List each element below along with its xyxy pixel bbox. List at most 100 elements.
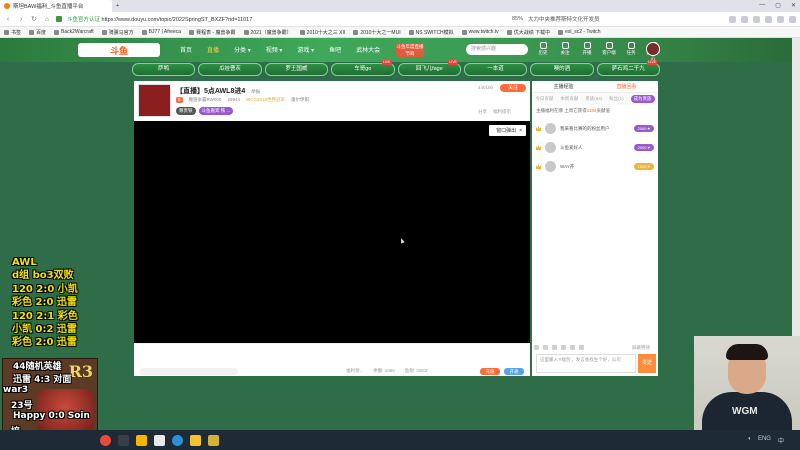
- nav-item[interactable]: 直播: [207, 45, 219, 54]
- side-tab[interactable]: 主播经验: [553, 83, 573, 90]
- app-icon[interactable]: [208, 434, 219, 446]
- video-player[interactable]: 窗口弹出 ×: [134, 121, 530, 343]
- category-tab[interactable]: 车哥go LIVE: [331, 60, 395, 76]
- input-language[interactable]: ENG: [758, 436, 771, 445]
- browser-search-field[interactable]: 大力中央推荐斯特文化开发员: [528, 15, 638, 23]
- extension-icon[interactable]: [765, 15, 772, 23]
- gift-input[interactable]: [140, 368, 238, 375]
- rank-tab[interactable]: 今日贡献: [535, 96, 553, 102]
- user-avatar[interactable]: [646, 42, 660, 56]
- send-button[interactable]: 发送: [638, 354, 656, 373]
- site-search-input[interactable]: 搜索感兴趣: [466, 44, 528, 55]
- clear-icon[interactable]: [561, 345, 566, 350]
- rank-row[interactable]: WAY开 1000 ♥: [536, 157, 654, 176]
- rank-row[interactable]: 我来看比赛的的粉丝用户 2000 ♥: [536, 119, 654, 138]
- folder-icon[interactable]: [136, 434, 147, 446]
- popout-button[interactable]: 窗口弹出 ×: [489, 125, 526, 136]
- header-icon-0[interactable]: 历史: [536, 42, 550, 62]
- volume-icon[interactable]: ◖: [747, 436, 751, 445]
- bookmark-item[interactable]: 2010十大之一MUI: [353, 29, 401, 36]
- category-tab[interactable]: 回飞儿fage LIVE: [397, 60, 461, 76]
- maximize-icon[interactable]: ▢: [775, 2, 781, 9]
- bookmark-item[interactable]: 优大战绩 下载中: [506, 29, 550, 36]
- rank-row[interactable]: 斗鱼爱好人 2000 ♥: [536, 138, 654, 157]
- color-icon[interactable]: [552, 345, 557, 350]
- minimize-icon[interactable]: —: [759, 2, 765, 9]
- bookmark-item[interactable]: 书签: [4, 29, 21, 36]
- welfare-link[interactable]: 福利领...: [346, 368, 363, 374]
- rank-tab[interactable]: 贵族(64): [585, 96, 602, 102]
- recharge-button[interactable]: 充值: [480, 368, 500, 375]
- app-icon[interactable]: [154, 434, 165, 446]
- header-icon-1[interactable]: 关注: [558, 42, 572, 62]
- lock-icon[interactable]: [570, 345, 575, 350]
- bookmark-item[interactable]: 2021（魔兽争霸）: [243, 29, 292, 36]
- extension-icon[interactable]: [777, 15, 784, 23]
- bookmark-item[interactable]: NS SWITCH模拟: [408, 29, 454, 36]
- rank-tab[interactable]: 成为贵族: [630, 95, 655, 103]
- extension-icon[interactable]: [741, 15, 748, 23]
- report-link[interactable]: 举报: [251, 89, 260, 94]
- bookmark-item[interactable]: 百度: [29, 29, 46, 36]
- nav-item[interactable]: 游戏 ▾: [297, 45, 314, 54]
- site-nav: 首页 直播 分类 ▾ 视频 ▾ 游戏 ▾ 鱼吧 武林大会: [180, 45, 380, 54]
- menu-icon[interactable]: [789, 15, 796, 23]
- bookmark-item[interactable]: 2010十大之三 XII: [299, 29, 345, 36]
- follow-button[interactable]: 关注: [500, 84, 526, 92]
- home-icon[interactable]: ⌂: [43, 16, 51, 23]
- new-tab-button[interactable]: +: [112, 0, 123, 12]
- header-promo-pill[interactable]: 斗鱼年度直播节目: [396, 43, 424, 57]
- back-icon[interactable]: ‹: [4, 16, 12, 23]
- browser-icon[interactable]: [172, 434, 183, 446]
- category-tab[interactable]: 萨石鸡二千九 LIVE: [596, 60, 660, 76]
- shield-effects-toggle[interactable]: 屏蔽特效: [632, 345, 650, 351]
- chat-input[interactable]: 这里输入'#福包'，发言会找生个好，公司: [536, 354, 636, 373]
- gift-icon[interactable]: [579, 345, 584, 350]
- forward-icon[interactable]: ›: [17, 16, 25, 23]
- nav-item[interactable]: 分类 ▾: [234, 45, 251, 54]
- welfare-tip-button[interactable]: 福利提示: [493, 109, 511, 115]
- category-tab[interactable]: 萨鸭: [132, 63, 196, 76]
- obs-icon[interactable]: [100, 434, 111, 446]
- extension-icon[interactable]: [753, 15, 760, 23]
- close-icon[interactable]: ×: [519, 128, 522, 134]
- app-icon[interactable]: [190, 434, 201, 446]
- header-icon-3[interactable]: 客户端: [602, 42, 616, 62]
- side-tab[interactable]: 直播回看: [616, 83, 636, 90]
- nav-item[interactable]: 武林大会: [356, 45, 380, 54]
- ime-indicator[interactable]: 中: [778, 436, 784, 445]
- fans-badge-icon[interactable]: [543, 345, 548, 350]
- rank-tab[interactable]: 本周贡献: [560, 96, 578, 102]
- close-icon[interactable]: ✕: [791, 2, 796, 9]
- bookmark-item[interactable]: 赛程表 - 魔兽争霸: [189, 29, 236, 36]
- header-icon-label: 开播: [582, 50, 592, 55]
- category-tab[interactable]: 一本道: [463, 63, 528, 76]
- rank-avatar: [545, 142, 556, 153]
- category-tab[interactable]: 罗王国威: [264, 63, 329, 76]
- share-button[interactable]: 分享: [478, 109, 487, 115]
- category-tab[interactable]: 噢的酒: [530, 63, 594, 76]
- extension-icon[interactable]: [729, 15, 736, 23]
- douyu-logo[interactable]: 斗鱼: [78, 43, 160, 57]
- bookmark-item[interactable]: Back2Warcraft: [54, 29, 94, 35]
- subscribe-button[interactable]: 开通: [504, 368, 524, 375]
- bookmark-item[interactable]: www.twitch.tv: [461, 29, 499, 35]
- bookmark-item[interactable]: esl_sc2 - Twitch: [558, 29, 601, 35]
- emoji-icon[interactable]: [534, 345, 539, 350]
- rank-tab[interactable]: 粉丝(1): [609, 96, 624, 102]
- anchor-avatar[interactable]: [138, 84, 171, 117]
- zoom-level[interactable]: 85%: [512, 16, 523, 22]
- anchor-name[interactable]: 魔兽争霸RW000: [189, 97, 222, 103]
- browser-tab-douyu[interactable]: 斯坦BAW福利_斗鱼直播平台: [0, 0, 112, 12]
- nav-item[interactable]: 首页: [180, 45, 192, 54]
- header-icon-4[interactable]: 任务: [624, 42, 638, 62]
- app-icon[interactable]: [118, 434, 129, 446]
- header-icon-2[interactable]: 开播: [580, 42, 594, 62]
- category-tab[interactable]: 瓜娃曹灰: [198, 63, 262, 76]
- bookmark-item[interactable]: BJ77 | Afreeca: [141, 29, 181, 35]
- reload-icon[interactable]: ↻: [30, 15, 38, 23]
- bookmark-item[interactable]: 骑骡马官方: [101, 29, 134, 36]
- nav-item[interactable]: 鱼吧: [329, 45, 341, 54]
- nav-item[interactable]: 视频 ▾: [266, 45, 283, 54]
- url-field[interactable]: 斗鱼官方认证 https://www.douyu.com/topic/2022S…: [67, 15, 367, 23]
